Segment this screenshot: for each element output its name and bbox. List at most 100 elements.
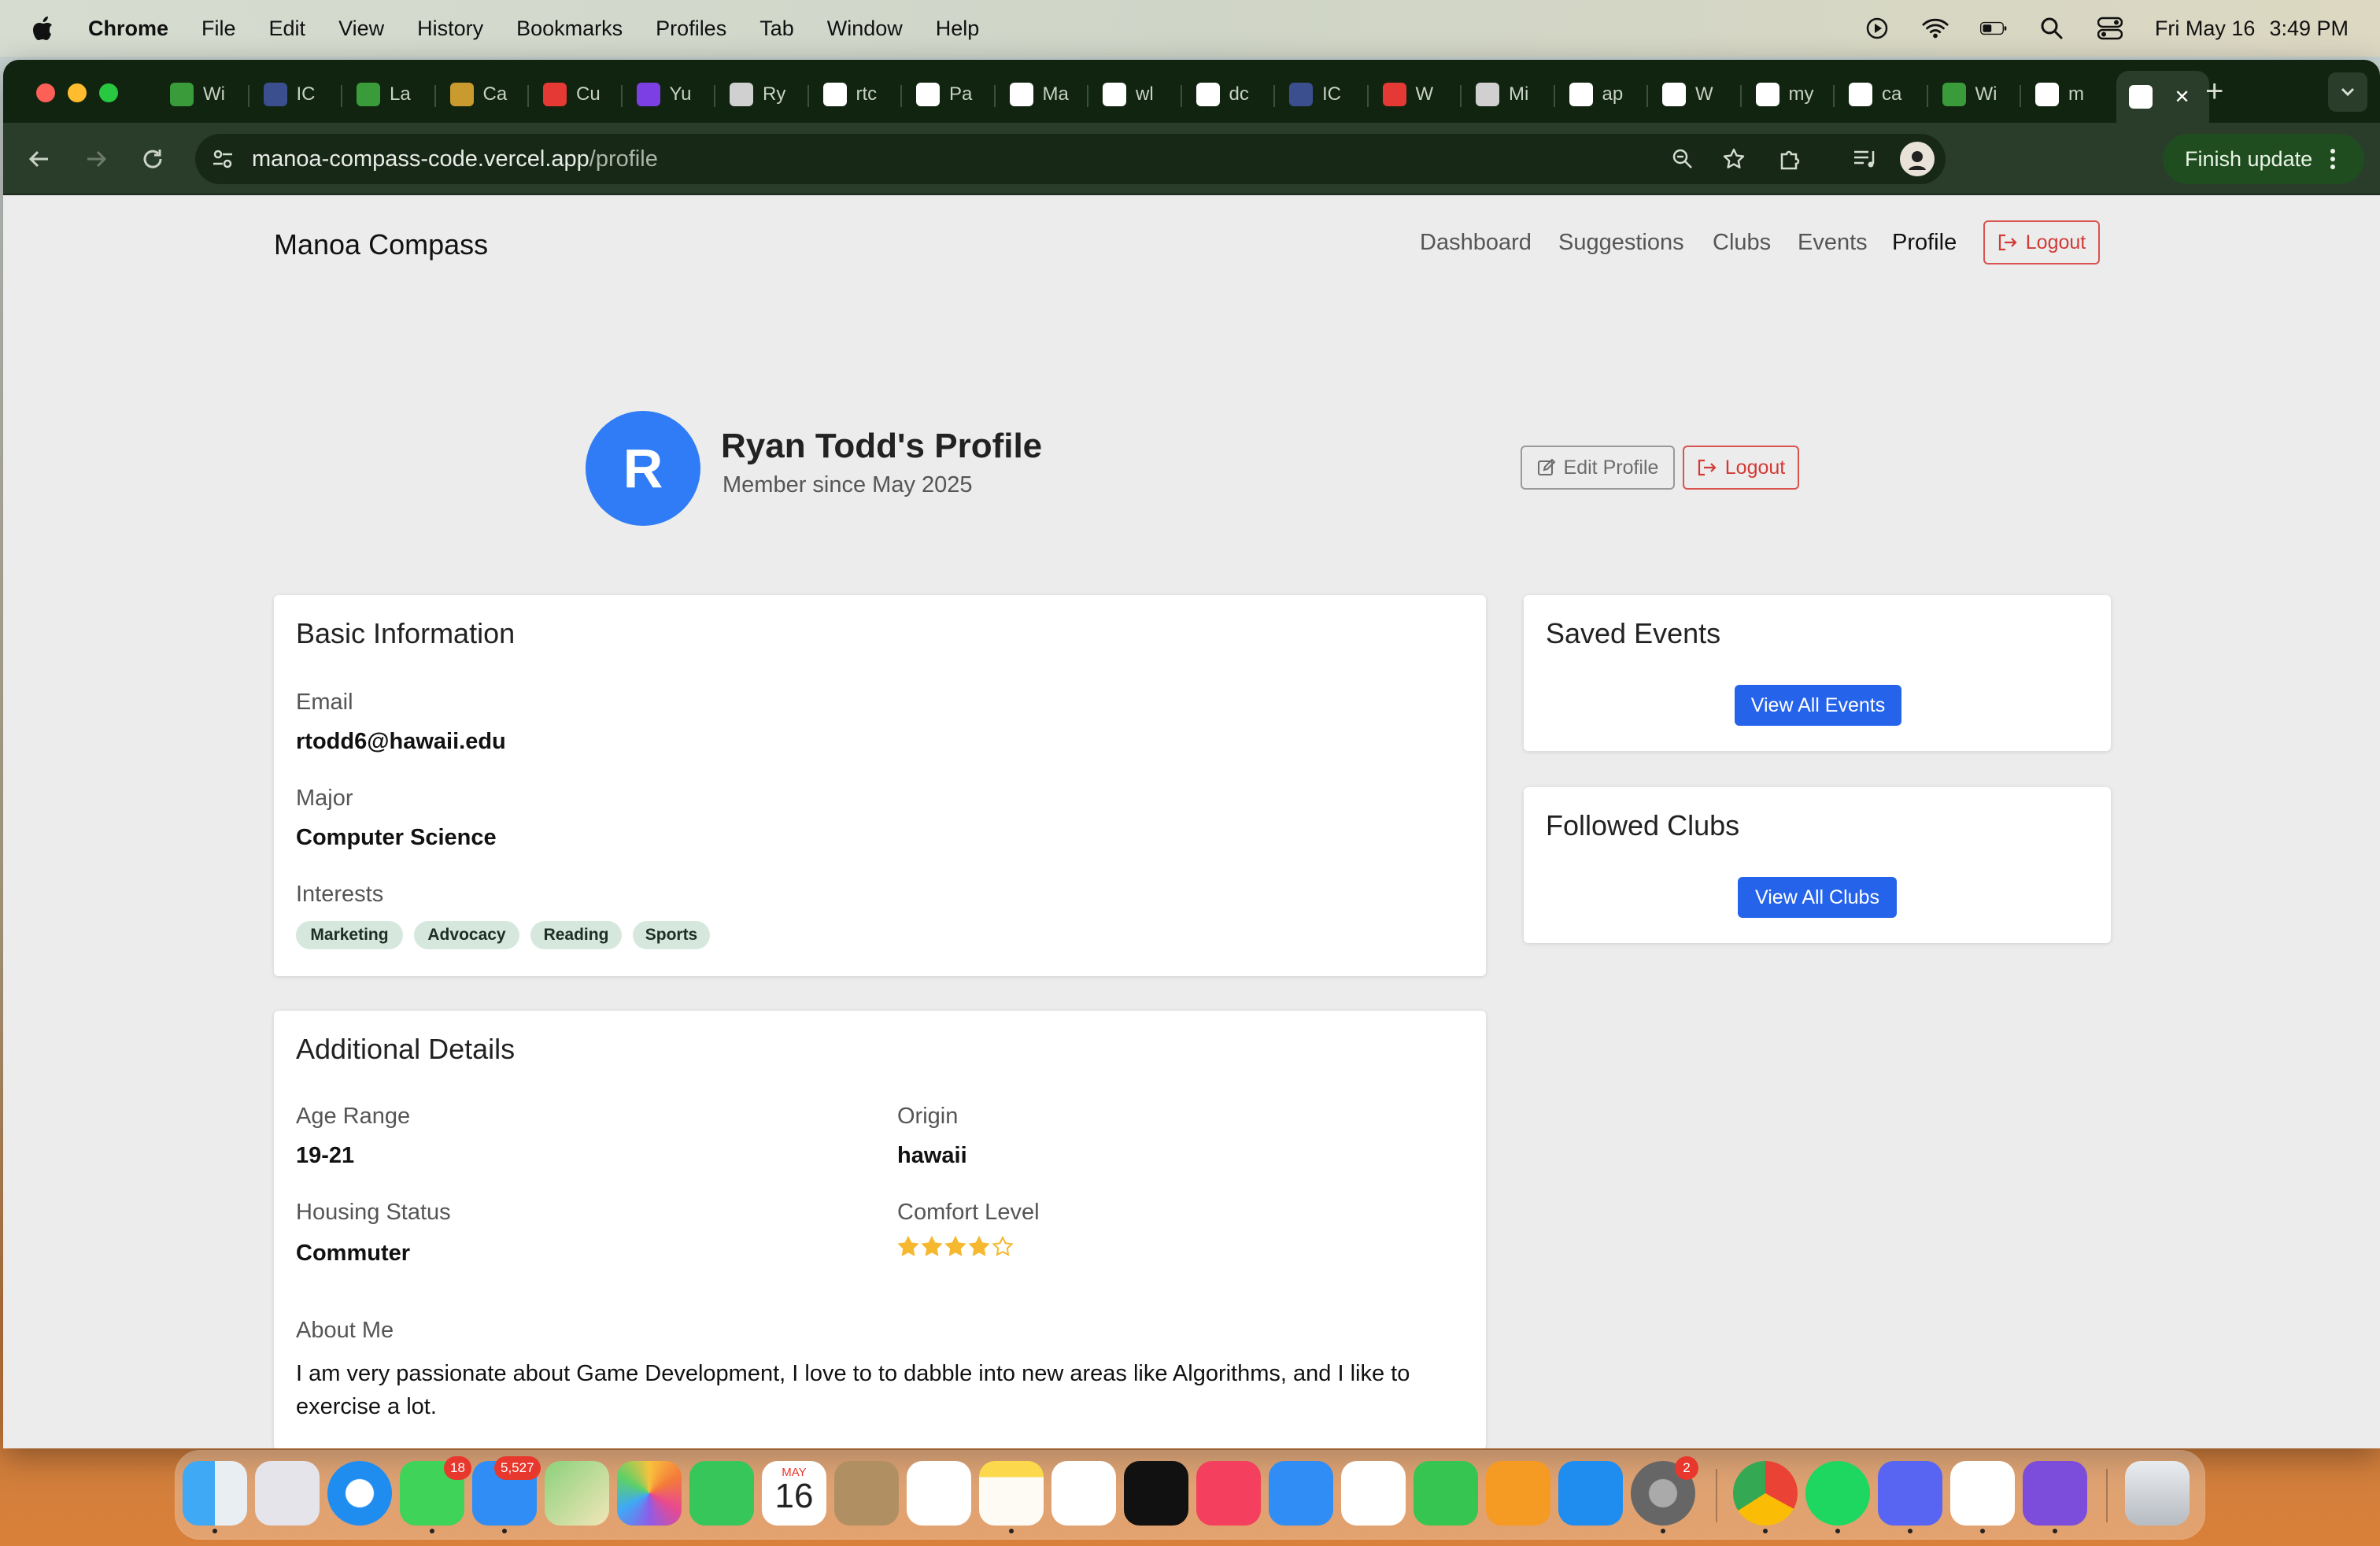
- star-filled-icon: [944, 1236, 966, 1256]
- reload-button[interactable]: [137, 143, 168, 175]
- browser-tab[interactable]: m: [2023, 71, 2116, 118]
- running-indicator: [502, 1529, 507, 1533]
- profile-avatar-icon[interactable]: [1900, 142, 1935, 176]
- tab-active[interactable]: ✕: [2116, 71, 2209, 123]
- site-settings-icon[interactable]: [211, 147, 235, 171]
- menu-history[interactable]: History: [417, 17, 483, 41]
- close-tab-icon[interactable]: ✕: [2175, 86, 2190, 109]
- browser-tab[interactable]: wl: [1090, 71, 1183, 118]
- interests-label: Interests: [296, 882, 384, 907]
- menu-tab[interactable]: Tab: [759, 17, 794, 41]
- contacts-icon[interactable]: [834, 1461, 899, 1526]
- safari-icon[interactable]: [327, 1461, 392, 1526]
- menubar-time[interactable]: 3:49 PM: [2269, 17, 2349, 41]
- star-filled-icon: [968, 1236, 990, 1256]
- browser-tab[interactable]: ap: [1557, 71, 1650, 118]
- browser-tab[interactable]: rtc: [811, 71, 904, 118]
- apple-logo-icon[interactable]: [31, 16, 54, 41]
- trash-icon[interactable]: [2125, 1461, 2190, 1526]
- keynote-icon[interactable]: [1269, 1461, 1333, 1526]
- menu-chrome[interactable]: Chrome: [88, 17, 168, 41]
- apple-tv-icon[interactable]: [1124, 1461, 1188, 1526]
- notes-icon[interactable]: [979, 1461, 1044, 1526]
- browser-tab[interactable]: my: [1743, 71, 1836, 118]
- brand-logo-text[interactable]: Manoa Compass: [274, 228, 488, 261]
- forward-button[interactable]: [80, 143, 112, 175]
- view-all-clubs-button[interactable]: View All Clubs: [1738, 877, 1897, 918]
- minimize-window-button[interactable]: [68, 83, 87, 102]
- menu-file[interactable]: File: [201, 17, 236, 41]
- nav-events[interactable]: Events: [1798, 230, 1868, 256]
- nav-clubs[interactable]: Clubs: [1713, 230, 1771, 256]
- nav-profile[interactable]: Profile: [1892, 230, 1957, 256]
- maximize-window-button[interactable]: [99, 83, 118, 102]
- browser-tab[interactable]: ca: [1836, 71, 1929, 118]
- news-icon[interactable]: [1341, 1461, 1406, 1526]
- maps-icon[interactable]: [545, 1461, 609, 1526]
- browser-tab[interactable]: Cu: [530, 71, 623, 118]
- extensions-icon[interactable]: [1777, 146, 1802, 172]
- close-window-button[interactable]: [36, 83, 55, 102]
- browser-tab[interactable]: dc: [1184, 71, 1277, 118]
- menu-profiles[interactable]: Profiles: [656, 17, 726, 41]
- browser-tab[interactable]: Wi: [1930, 71, 2023, 118]
- screen-record-icon[interactable]: [1864, 15, 1890, 42]
- battery-icon[interactable]: [1979, 15, 2007, 42]
- app-store-icon[interactable]: [1558, 1461, 1623, 1526]
- photos-icon[interactable]: [617, 1461, 682, 1526]
- spotify-icon[interactable]: [1805, 1461, 1870, 1526]
- browser-tab[interactable]: IC: [251, 71, 344, 118]
- menu-edit[interactable]: Edit: [269, 17, 306, 41]
- email-value: rtodd6@hawaii.edu: [296, 729, 506, 754]
- tab-favicon-icon: [2128, 85, 2153, 109]
- menu-bookmarks[interactable]: Bookmarks: [516, 17, 623, 41]
- new-tab-button[interactable]: +: [2205, 74, 2223, 109]
- browser-tab[interactable]: Mi: [1463, 71, 1556, 118]
- view-all-events-button[interactable]: View All Events: [1735, 685, 1901, 726]
- numbers-icon[interactable]: [1414, 1461, 1478, 1526]
- edit-profile-button[interactable]: Edit Profile: [1521, 446, 1675, 490]
- browser-tab[interactable]: W: [1370, 71, 1463, 118]
- vscode-icon[interactable]: [1950, 1461, 2015, 1526]
- launchpad-icon[interactable]: [255, 1461, 320, 1526]
- pages-icon[interactable]: [1486, 1461, 1550, 1526]
- tab-separator: [1833, 85, 1835, 107]
- discord-icon[interactable]: [1878, 1461, 1942, 1526]
- finish-update-button[interactable]: Finish update: [2163, 134, 2364, 184]
- profile-logout-button[interactable]: Logout: [1683, 446, 1799, 490]
- address-bar[interactable]: manoa-compass-code.vercel.app/profile: [195, 134, 1946, 184]
- menu-window[interactable]: Window: [827, 17, 903, 41]
- bookmark-star-icon[interactable]: [1722, 147, 1746, 171]
- wifi-icon[interactable]: [1922, 15, 1949, 42]
- browser-tab[interactable]: IC: [1277, 71, 1369, 118]
- music-icon[interactable]: [1196, 1461, 1261, 1526]
- github-desktop-icon[interactable]: [2023, 1461, 2087, 1526]
- browser-tab[interactable]: W: [1650, 71, 1743, 118]
- browser-tab[interactable]: Wi: [157, 71, 250, 118]
- calendar-icon[interactable]: MAY 16: [762, 1461, 826, 1526]
- zoom-icon[interactable]: [1672, 148, 1694, 170]
- nav-dashboard[interactable]: Dashboard: [1420, 230, 1532, 256]
- spotlight-search-icon[interactable]: [2038, 15, 2065, 42]
- media-controls-icon[interactable]: [1853, 148, 1878, 170]
- menubar-date[interactable]: Fri May 16: [2155, 17, 2256, 41]
- navbar-logout-button[interactable]: Logout: [1983, 220, 2100, 264]
- menu-view[interactable]: View: [338, 17, 384, 41]
- menu-help[interactable]: Help: [936, 17, 980, 41]
- browser-tab[interactable]: Ma: [997, 71, 1090, 118]
- browser-tab[interactable]: Ry: [717, 71, 810, 118]
- browser-tab[interactable]: Pa: [904, 71, 996, 118]
- browser-tab[interactable]: Ca: [438, 71, 530, 118]
- dock-separator: [1716, 1469, 1717, 1522]
- back-button[interactable]: [24, 143, 55, 175]
- tab-search-button[interactable]: [2328, 72, 2367, 112]
- control-center-icon[interactable]: [2097, 15, 2123, 42]
- chrome-icon[interactable]: [1733, 1461, 1798, 1526]
- finder-icon[interactable]: [183, 1461, 247, 1526]
- freeform-icon[interactable]: [1051, 1461, 1116, 1526]
- browser-tab[interactable]: La: [344, 71, 437, 118]
- browser-tab[interactable]: Yu: [624, 71, 717, 118]
- reminders-icon[interactable]: [907, 1461, 971, 1526]
- nav-suggestions[interactable]: Suggestions: [1558, 230, 1684, 256]
- facetime-icon[interactable]: [689, 1461, 754, 1526]
